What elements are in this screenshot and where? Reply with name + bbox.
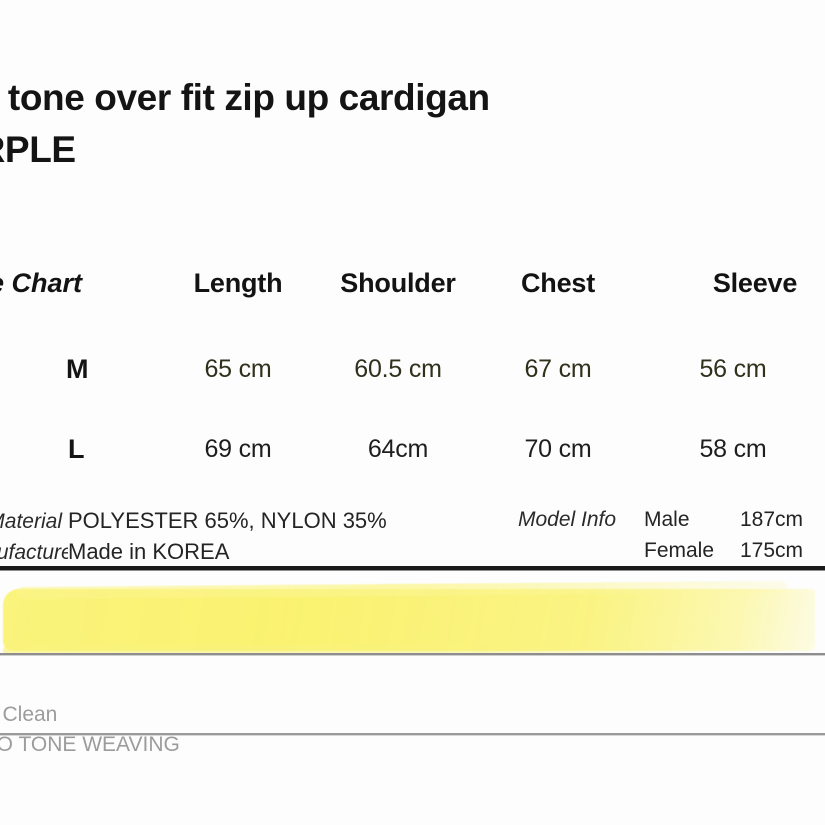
model-gender-male: Male (644, 508, 690, 531)
care-instructions: Dry Clean TWO TONE WEAVING (0, 700, 464, 760)
weaving-note-line: TWO TONE WEAVING (0, 733, 180, 756)
cell-chest-l: 70 cm (524, 434, 592, 463)
product-title-line-1: Two tone over fit zip up cardigan (0, 77, 490, 118)
column-header-shoulder: Shoulder (340, 267, 456, 298)
table-row: M 65 cm 60.5 cm 67 cm 56 cm (0, 336, 825, 402)
model-gender-female: Female (644, 539, 715, 562)
cell-shoulder-m: 60.5 cm (354, 354, 442, 383)
material-details: Material POLYESTER 65%, NYLON 35% Manufa… (0, 508, 426, 570)
row-divider-1 (0, 653, 825, 656)
product-details: Material POLYESTER 65%, NYLON 35% Manufa… (0, 508, 825, 588)
model-height-female: 175cm (740, 539, 804, 562)
column-header-length: Length (193, 267, 283, 298)
highlighter-mark-size-m (3, 589, 815, 655)
column-header-sleeve: Sleeve (712, 267, 798, 298)
manufacture-row: Manufacture Made in KOREA (0, 539, 426, 570)
table-row: L 69 cm 64cm 70 cm 58 cm (0, 416, 825, 482)
size-chart-page: Two tone over fit zip up cardigan PURPLE… (0, 0, 825, 825)
column-header-chest: Chest (520, 267, 595, 298)
cell-sleeve-m: 56 cm (699, 354, 767, 383)
row-size-label-m: M (66, 353, 89, 384)
cell-chest-m: 67 cm (524, 354, 592, 383)
manufacture-value: Made in KOREA (68, 539, 230, 564)
product-title-line-2: PURPLE (0, 129, 76, 170)
cell-shoulder-l: 64cm (367, 434, 429, 463)
cell-length-m: 65 cm (204, 354, 272, 383)
size-chart-table: Size Chart Length Shoulder Chest Sleeve … (0, 250, 825, 736)
material-label: Material (0, 510, 62, 533)
size-chart-header-row: Size Chart Length Shoulder Chest Sleeve (0, 250, 825, 316)
material-row: Material POLYESTER 65%, NYLON 35% (0, 508, 426, 539)
material-value: POLYESTER 65%, NYLON 35% (68, 508, 387, 533)
cell-length-l: 69 cm (204, 434, 272, 463)
row-size-label-l: L (68, 433, 85, 464)
model-info-row-female: Model Info Female 175cm M Size (518, 539, 825, 570)
manufacture-label: Manufacture (0, 541, 68, 564)
model-height-male: 187cm (740, 508, 804, 531)
care-line: Dry Clean (0, 703, 58, 726)
product-title: Two tone over fit zip up cardigan PURPLE (0, 72, 825, 176)
model-info-label: Model Info (518, 508, 617, 531)
size-chart-caption: Size Chart (0, 267, 83, 298)
cell-sleeve-l: 58 cm (699, 434, 767, 463)
model-info: Model Info Male 187cm L Size Model Info … (518, 508, 825, 570)
model-info-row-male: Model Info Male 187cm L Size (518, 508, 825, 539)
